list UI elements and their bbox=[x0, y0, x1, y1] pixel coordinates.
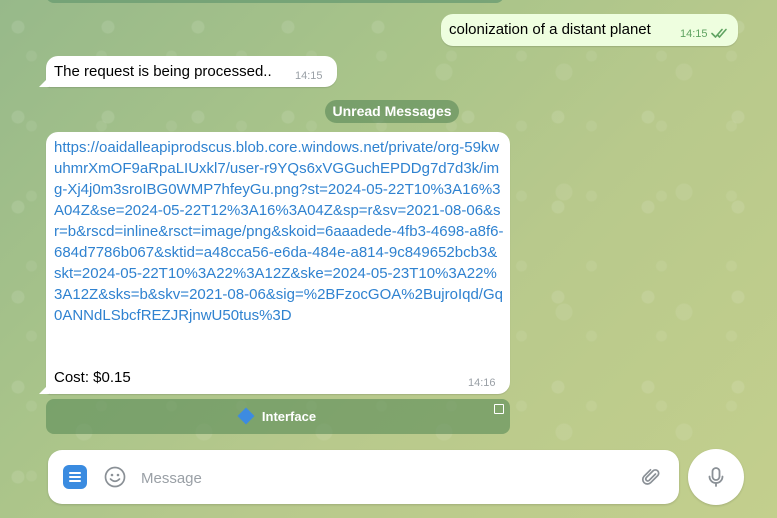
incoming-result-message[interactable]: https://oaidalleapiprodscus.blob.core.wi… bbox=[39, 132, 510, 394]
inline-keyboard-button-interface[interactable]: Interface bbox=[46, 399, 510, 434]
message-time: 14:15 bbox=[680, 28, 708, 40]
previous-message-edge bbox=[46, 0, 504, 3]
message-text: colonization of a distant planet bbox=[449, 21, 651, 38]
open-app-icon bbox=[494, 404, 504, 414]
bot-menu-button[interactable] bbox=[63, 465, 87, 489]
blue-diamond-icon bbox=[237, 407, 255, 425]
message-composer bbox=[48, 450, 679, 504]
message-text: The request is being processed.. bbox=[54, 63, 272, 80]
incoming-status-message[interactable]: The request is being processed.. 14:15 bbox=[39, 56, 337, 87]
message-time: 14:15 bbox=[295, 70, 323, 82]
emoji-icon[interactable] bbox=[104, 466, 126, 493]
inline-button-label: Interface bbox=[261, 409, 317, 424]
double-check-icon bbox=[711, 26, 729, 44]
message-input[interactable] bbox=[139, 465, 623, 491]
unread-messages-divider: Unread Messages bbox=[325, 100, 459, 123]
message-time: 14:16 bbox=[468, 377, 496, 389]
cost-text: Cost: $0.15 bbox=[54, 369, 131, 386]
paperclip-icon[interactable] bbox=[640, 466, 662, 493]
voice-record-button[interactable] bbox=[688, 449, 744, 505]
microphone-icon bbox=[708, 467, 724, 487]
image-url-link[interactable]: https://oaidalleapiprodscus.blob.core.wi… bbox=[54, 137, 504, 326]
outgoing-message[interactable]: colonization of a distant planet 14:15 bbox=[441, 14, 738, 46]
